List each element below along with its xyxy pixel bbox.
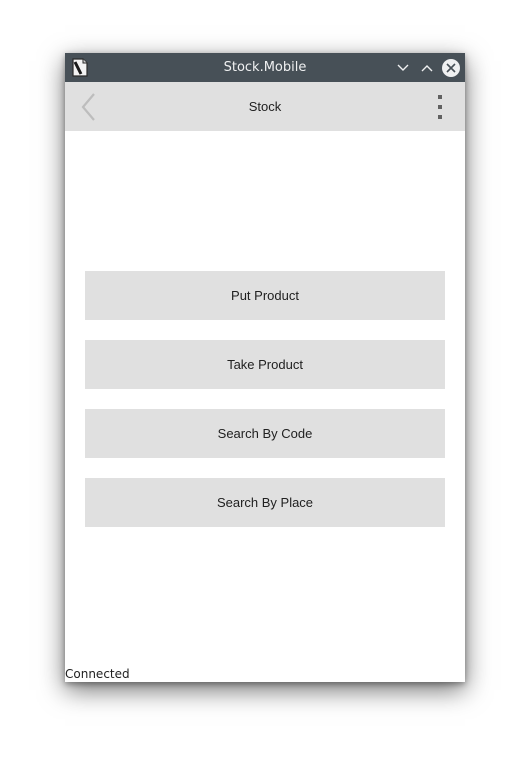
- main-content: Put Product Take Product Search By Code …: [65, 131, 465, 682]
- more-vert-icon[interactable]: [429, 93, 451, 121]
- app-window: Stock.Mobile Stock Put Product Take Prod…: [65, 53, 465, 682]
- chevron-up-icon[interactable]: [417, 58, 437, 78]
- page-title: Stock: [248, 99, 282, 114]
- search-by-place-button[interactable]: Search By Place: [85, 478, 445, 527]
- desktop: Stock.Mobile Stock Put Product Take Prod…: [0, 0, 530, 759]
- put-product-button[interactable]: Put Product: [85, 271, 445, 320]
- window-titlebar[interactable]: Stock.Mobile: [65, 53, 465, 82]
- app-toolbar: Stock: [65, 82, 465, 131]
- take-product-button[interactable]: Take Product: [85, 340, 445, 389]
- connection-status: Connected: [65, 667, 130, 681]
- chevron-down-icon[interactable]: [393, 58, 413, 78]
- search-by-code-button[interactable]: Search By Code: [85, 409, 445, 458]
- close-icon[interactable]: [441, 58, 461, 78]
